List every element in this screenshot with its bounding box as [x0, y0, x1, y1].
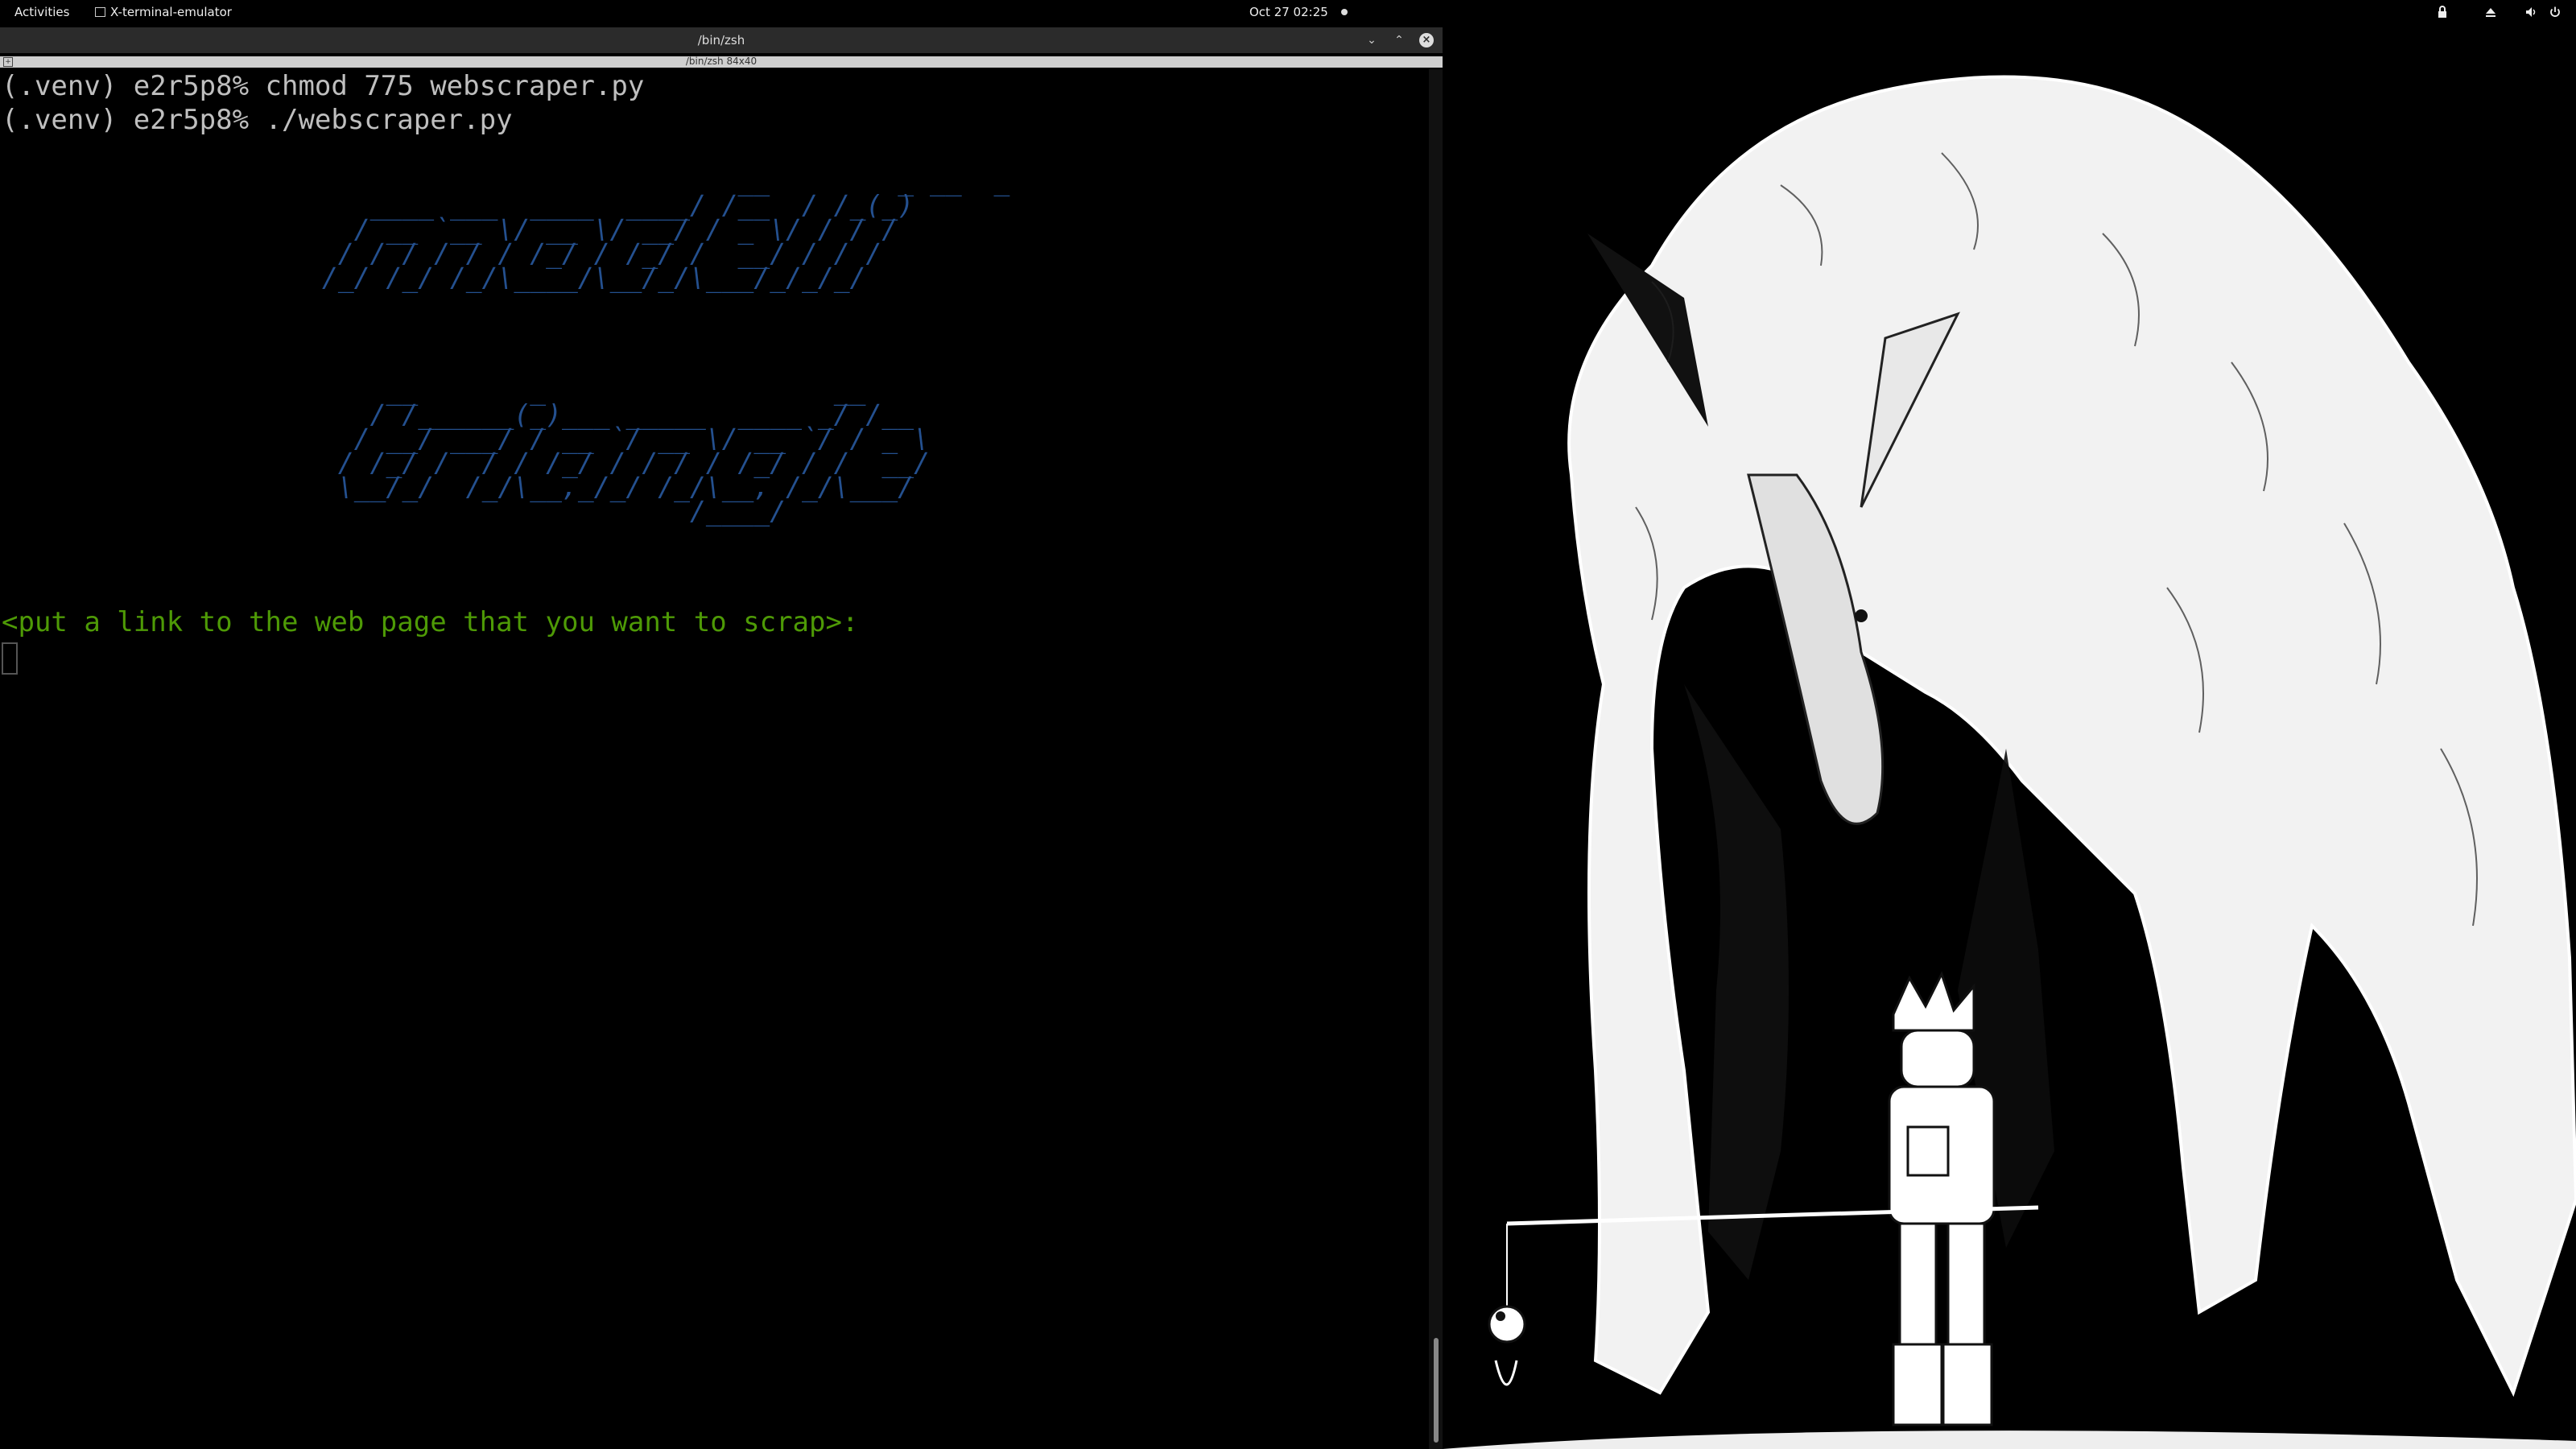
terminal-output[interactable]: (.venv) e2r5p8% chmod 775 webscraper.py …	[0, 69, 1426, 1449]
window-titlebar[interactable]: /bin/zsh ⌄ ⌃ ×	[0, 27, 1443, 53]
input-prompt: <put a link to the web page that you wan…	[2, 606, 859, 638]
command-line: (.venv) e2r5p8% chmod 775 webscraper.py	[2, 70, 645, 102]
wolf-illustration	[1443, 24, 2576, 1449]
top-bar: Activities X-terminal-emulator Oct 27 02…	[0, 0, 2576, 24]
clock[interactable]: Oct 27 02:25	[1249, 5, 1328, 19]
volume-icon[interactable]	[2524, 6, 2537, 19]
minimize-icon[interactable]: ⌄	[1364, 33, 1379, 47]
ascii-banner-triangle: __ _ __ / /______(_)___ _____ ____ _/ /_…	[337, 374, 930, 526]
terminal-app-icon	[95, 7, 105, 17]
lock-icon[interactable]	[2436, 6, 2449, 19]
maximize-icon[interactable]: ⌃	[1392, 33, 1406, 47]
power-icon[interactable]	[2549, 6, 2562, 19]
window-title: /bin/zsh	[697, 33, 745, 47]
app-menu[interactable]: X-terminal-emulator	[95, 5, 232, 19]
ascii-banner-motelli: __ _ __ _ ____ ___ ____ ____/ /__ / /_(_…	[322, 165, 1010, 293]
command-line: (.venv) e2r5p8% ./webscraper.py	[2, 104, 513, 136]
desktop-wallpaper	[1443, 24, 2576, 1449]
notification-dot-icon	[1341, 9, 1348, 15]
text-cursor[interactable]	[2, 642, 18, 675]
activities-button[interactable]: Activities	[14, 5, 69, 19]
app-name: X-terminal-emulator	[110, 5, 232, 19]
tab-label: /bin/zsh 84x40	[685, 56, 758, 67]
scrollbar[interactable]	[1429, 69, 1443, 1449]
terminal-tab[interactable]: + /bin/zsh 84x40	[0, 56, 1443, 68]
eject-icon[interactable]	[2484, 6, 2497, 19]
terminal-window[interactable]: /bin/zsh ⌄ ⌃ × + /bin/zsh 84x40 (.venv) …	[0, 27, 1443, 1449]
close-icon[interactable]: ×	[1419, 33, 1434, 47]
scrollbar-thumb[interactable]	[1434, 1338, 1439, 1443]
